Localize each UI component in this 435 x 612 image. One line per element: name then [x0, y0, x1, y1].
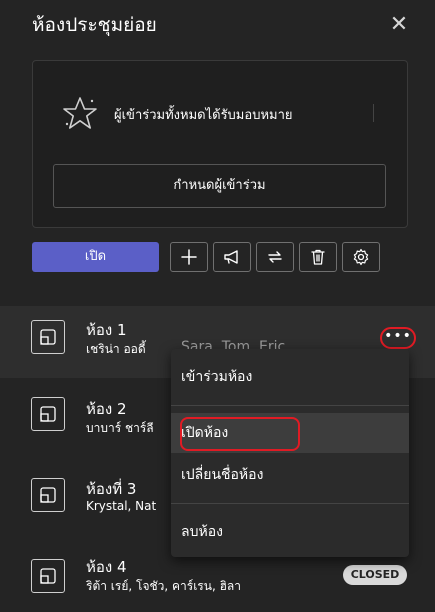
trash-icon — [311, 249, 325, 265]
plus-icon — [181, 249, 197, 265]
gear-icon — [353, 248, 369, 266]
status-badge: CLOSED — [343, 565, 407, 585]
menu-divider — [171, 405, 409, 406]
all-assigned-message: ผู้เข้าร่วมทั้งหมดได้รับมอบหมาย — [114, 108, 293, 123]
room-icon — [31, 320, 65, 354]
menu-divider — [171, 503, 409, 504]
room-name: ห้องที่ 3 — [86, 480, 137, 498]
star-icon — [63, 97, 97, 129]
room-icon — [31, 478, 65, 512]
room-settings-button[interactable] — [342, 242, 380, 272]
menu-item-delete-room[interactable]: ลบห้อง — [171, 512, 409, 552]
highlight-outline — [180, 417, 300, 451]
close-icon[interactable]: ✕ — [386, 12, 412, 38]
room-participants: บาบาร์ ชาร์ลี — [86, 421, 154, 435]
recreate-rooms-button[interactable] — [256, 242, 294, 272]
room-participants: ริต้า เรย์, โจชัว, คาร์เรน, ฮิลา — [86, 579, 241, 593]
room-name: ห้อง 1 — [86, 321, 127, 339]
megaphone-icon — [224, 250, 238, 264]
menu-item-join-room[interactable]: เข้าร่วมห้อง — [171, 357, 409, 397]
room-participants: เชริน่า ออดี้ — [86, 342, 146, 356]
room-icon — [31, 559, 65, 593]
delete-rooms-button[interactable] — [299, 242, 337, 272]
assign-participants-button[interactable]: กำหนดผู้เข้าร่วม — [53, 164, 386, 208]
announcement-button[interactable] — [213, 242, 251, 272]
panel-title: ห้องประชุมย่อย — [32, 14, 157, 36]
room-icon — [31, 397, 65, 431]
open-rooms-button[interactable]: เปิด — [32, 242, 159, 272]
menu-item-rename-room[interactable]: เปลี่ยนชื่อห้อง — [171, 455, 409, 495]
recreate-icon — [268, 251, 282, 263]
more-options-button[interactable]: ••• — [380, 327, 416, 349]
room-name: ห้อง 4 — [86, 558, 127, 576]
room-participants: Krystal, Nat — [86, 499, 157, 513]
add-room-button[interactable] — [170, 242, 208, 272]
divider — [373, 104, 374, 122]
room-name: ห้อง 2 — [86, 400, 127, 418]
